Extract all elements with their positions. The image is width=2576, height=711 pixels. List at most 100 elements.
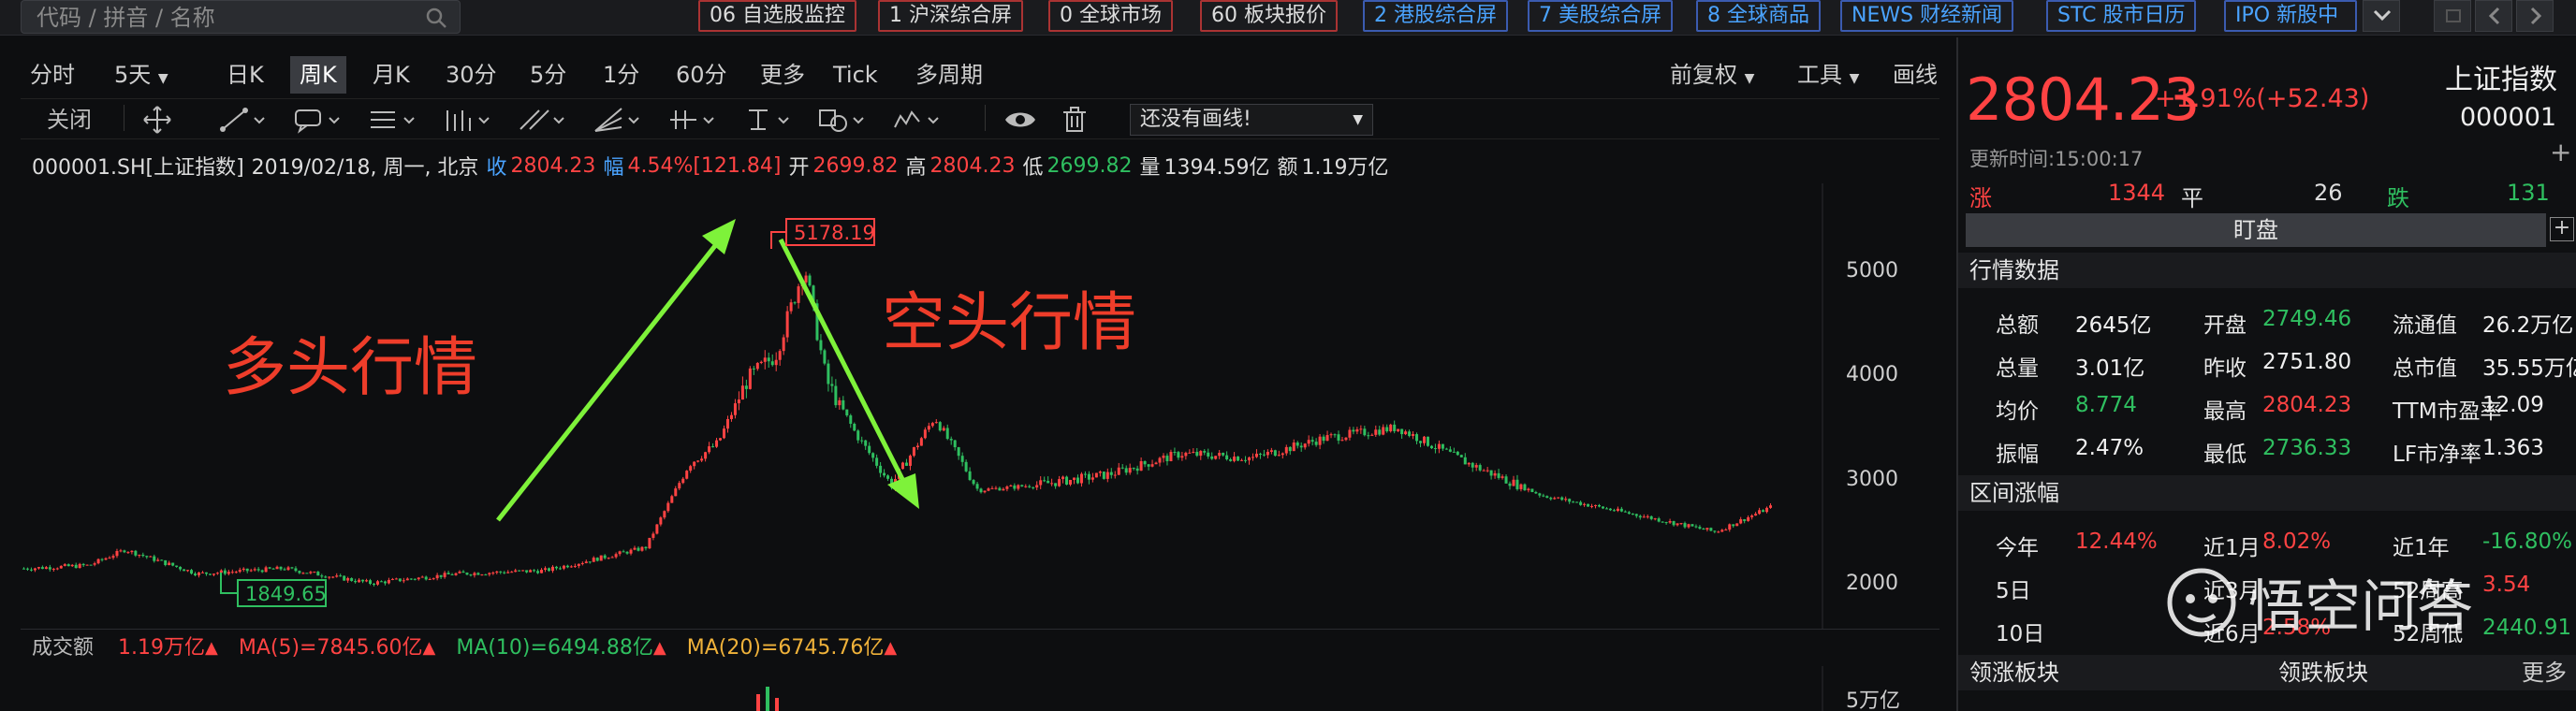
wave-tool[interactable]: [891, 105, 944, 135]
candle-body: [529, 570, 533, 573]
candle-body: [827, 363, 830, 385]
tab-watchlist-monitor[interactable]: 06 自选股监控: [698, 0, 856, 32]
add-icon[interactable]: +: [2550, 137, 2571, 167]
tab-ipo[interactable]: IPO 新股中: [2224, 0, 2357, 32]
period-5day[interactable]: 5天 ▼: [105, 56, 178, 94]
search-icon[interactable]: [424, 6, 448, 30]
candle-body: [443, 573, 446, 577]
delete-drawings-button[interactable]: [1060, 105, 1090, 135]
candle-body: [577, 563, 580, 566]
tab-us-composite[interactable]: 7 美股综合屏: [1528, 0, 1673, 32]
period-intraday[interactable]: 分时: [21, 56, 84, 94]
candle-body: [1728, 524, 1732, 530]
move-tool[interactable]: [140, 105, 174, 135]
candle-body: [242, 568, 245, 571]
line-tool[interactable]: [217, 105, 270, 135]
fibonacci-tool[interactable]: [367, 105, 419, 135]
candle-body: [1295, 443, 1299, 446]
candle-body: [1210, 456, 1214, 459]
candle-body: [1683, 523, 1687, 528]
search-box[interactable]: [21, 0, 461, 34]
candle-body: [1158, 457, 1162, 463]
adjust-menu[interactable]: 前复权 ▼: [1661, 56, 1764, 94]
tab-global-market[interactable]: 0 全球市场: [1048, 0, 1173, 32]
chevron-left-icon: [2488, 7, 2500, 25]
candle-body: [1433, 448, 1437, 450]
leading-up-boards-label[interactable]: 领涨板块: [1969, 655, 2278, 690]
period-more[interactable]: 更多: [751, 56, 814, 94]
candle-body: [1128, 468, 1132, 473]
candle-body: [331, 576, 335, 578]
tabs-dropdown-button[interactable]: [2363, 0, 2400, 32]
tools-menu[interactable]: 工具 ▼: [1788, 56, 1868, 94]
period-week-k[interactable]: 周K: [290, 56, 346, 94]
md-rows-label: 总量: [1996, 356, 2039, 381]
candle-body: [1288, 446, 1292, 452]
candle-body: [379, 581, 383, 583]
md-rows-value: 12.09: [2482, 393, 2544, 417]
draw-menu[interactable]: 画线: [1883, 56, 1947, 94]
candle-body: [987, 488, 990, 491]
candle-body: [599, 555, 603, 561]
candle-body: [1329, 434, 1333, 436]
leading-down-boards-label[interactable]: 领跌板块: [2278, 655, 2522, 690]
toggle-visibility-button[interactable]: [1003, 105, 1037, 135]
period-tick[interactable]: Tick: [824, 56, 887, 94]
kline-chart[interactable]: 5000 4000 3000 2000 多头行情 空头行情 5178.19 18…: [21, 183, 1939, 629]
ma20-value: MA(20)=6745.76亿: [686, 635, 885, 660]
candle-body: [1553, 498, 1557, 500]
text-tool[interactable]: [741, 105, 794, 135]
gann-tool[interactable]: [442, 105, 494, 135]
tab-hk-composite[interactable]: 2 港股综合屏: [1363, 0, 1508, 32]
window-restore-button[interactable]: [2434, 0, 2471, 32]
candle-body: [283, 569, 286, 571]
tab-hs-composite[interactable]: 1 沪深综合屏: [878, 0, 1023, 32]
candle-body: [685, 471, 689, 479]
tab-news[interactable]: NEWS 财经新闻: [1840, 0, 2014, 32]
candle-body: [1340, 440, 1344, 442]
candle-body: [439, 574, 443, 577]
candle-body: [230, 572, 234, 573]
more-link[interactable]: 更多: [2522, 655, 2567, 690]
candle-body: [1486, 470, 1489, 472]
tab-global-commodities[interactable]: 8 全球商品: [1696, 0, 1821, 32]
candle-body: [141, 554, 145, 557]
shape-tool[interactable]: [816, 105, 869, 135]
back-button[interactable]: [2475, 0, 2512, 32]
tab-stock-calendar[interactable]: STC 股市日历: [2046, 0, 2197, 32]
comment-tool[interactable]: [292, 105, 344, 135]
drawing-list-select[interactable]: 还没有画线! ▼: [1130, 104, 1373, 136]
close-drawing-button[interactable]: 关闭: [47, 105, 92, 135]
search-input[interactable]: [37, 5, 411, 31]
candle-body: [346, 578, 350, 581]
forward-button[interactable]: [2516, 0, 2554, 32]
candle-body: [271, 568, 275, 570]
md-rows-label: 均价: [1996, 399, 2039, 424]
parallel-line-tool[interactable]: [517, 105, 569, 135]
candle-body: [484, 574, 488, 576]
pitchfork-tool[interactable]: [666, 105, 719, 135]
md-rows-label: 最高: [2203, 399, 2247, 424]
md-rows-value: 1.363: [2482, 436, 2544, 460]
high-label: 高: [905, 156, 927, 180]
candle-body: [1619, 508, 1623, 512]
candle-body: [1489, 470, 1493, 476]
tab-sector-quotes[interactable]: 60 板块报价: [1200, 0, 1338, 32]
period-60min[interactable]: 60分: [666, 56, 737, 94]
parallel-lines-icon: [520, 109, 564, 130]
period-month-k[interactable]: 月K: [363, 56, 419, 94]
candle-body: [1154, 462, 1158, 465]
period-day-k[interactable]: 日K: [217, 56, 273, 94]
period-30min[interactable]: 30分: [436, 56, 506, 94]
period-5min[interactable]: 5分: [520, 56, 576, 94]
fan-tool[interactable]: [592, 105, 644, 135]
expand-icon[interactable]: +: [2550, 217, 2574, 241]
period-multi[interactable]: 多周期: [906, 56, 992, 94]
period-1min[interactable]: 1分: [593, 56, 649, 94]
candle-body: [945, 428, 949, 440]
watch-button[interactable]: 盯盘: [1966, 213, 2546, 247]
drawing-toolbar: 关闭 还没有画线! ▼: [21, 98, 1939, 139]
candle-body: [1459, 455, 1463, 457]
volume-chart[interactable]: 5万亿: [21, 666, 1939, 711]
candle-body: [1318, 436, 1322, 445]
